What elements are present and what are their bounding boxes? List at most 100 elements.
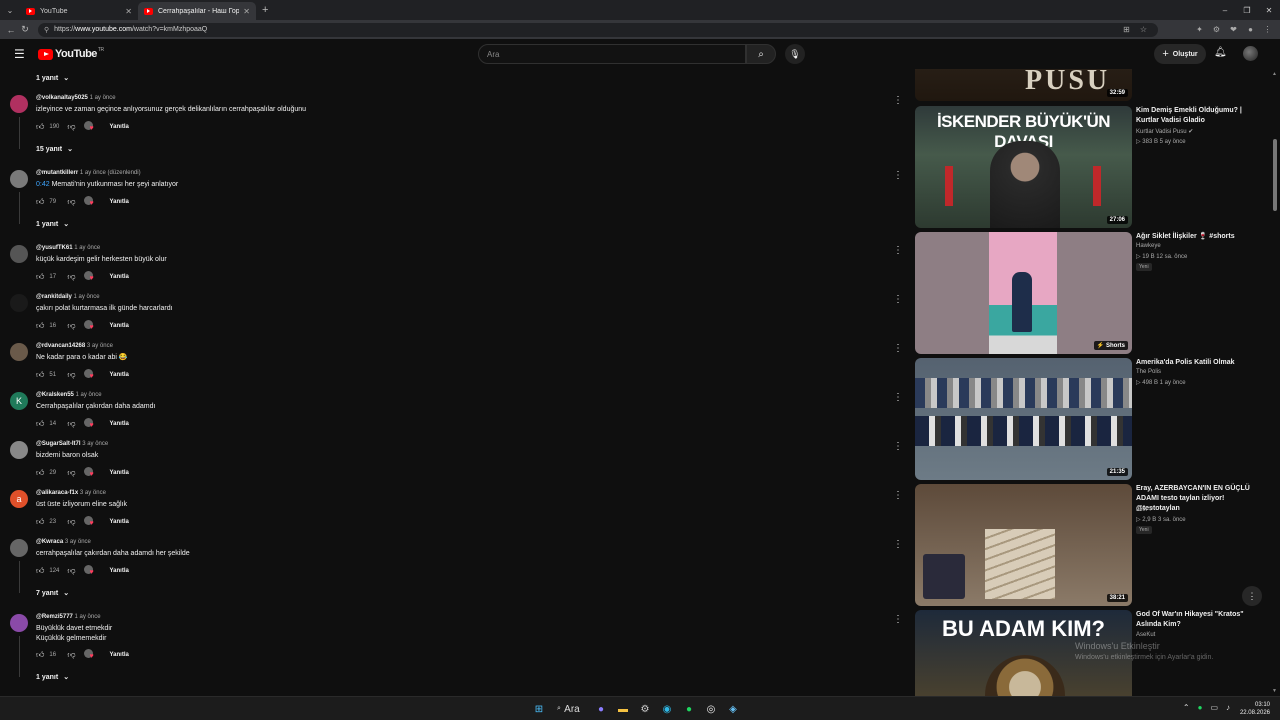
avatar[interactable]	[10, 441, 28, 459]
volume-icon[interactable]: ♪	[1226, 703, 1230, 712]
avatar[interactable]	[10, 614, 28, 632]
comment-author[interactable]: @mutantkillerr	[36, 170, 78, 176]
like-icon[interactable]: 👍︎	[36, 321, 44, 331]
like-icon[interactable]: 👍︎	[36, 272, 44, 282]
video-title[interactable]: God Of War'ın Hikayesi "Kratos" Aslında …	[1136, 610, 1266, 630]
scroll-down-icon[interactable]: ▼	[1272, 688, 1277, 694]
comment-more-icon[interactable]: ⋮	[893, 245, 903, 256]
maximize-icon[interactable]: ❐	[1236, 0, 1258, 20]
replies-toggle[interactable]: 7 yanıt ⌄	[36, 589, 69, 597]
account-avatar[interactable]	[1243, 46, 1258, 61]
avatar[interactable]: K	[10, 392, 28, 410]
file-explorer-icon[interactable]: ▬	[612, 700, 634, 718]
install-app-icon[interactable]: ⊞	[1118, 25, 1135, 34]
comment-author[interactable]: @yusufTK61	[36, 245, 73, 251]
chat-app-icon[interactable]: ●	[590, 700, 612, 718]
reply-button[interactable]: Yanıtla	[110, 372, 129, 378]
comment-more-icon[interactable]: ⋮	[893, 392, 903, 403]
dislike-icon[interactable]: 👎︎	[67, 122, 75, 132]
comment-author[interactable]: @volkanaltay5025	[36, 95, 88, 101]
comment-time[interactable]: 1 ay önce	[74, 245, 100, 251]
reply-button[interactable]: Yanıtla	[110, 124, 129, 130]
scrollbar-thumb[interactable]	[1273, 139, 1277, 211]
channel-name[interactable]: axel ✔	[1136, 506, 1154, 513]
comment-author[interactable]: @Kralsken55	[36, 392, 74, 398]
avatar[interactable]: a	[10, 490, 28, 508]
create-button[interactable]: + Oluştur	[1154, 44, 1206, 64]
reply-button[interactable]: Yanıtla	[110, 274, 129, 280]
comment-author[interactable]: @SugarSalt-It7l	[36, 441, 81, 447]
avatar[interactable]	[10, 95, 28, 113]
comment-time[interactable]: 1 ay önce	[76, 392, 102, 398]
video-thumbnail[interactable]: PUSU 32:59	[915, 69, 1132, 101]
replies-toggle[interactable]: 1 yanıt ⌄	[36, 220, 69, 228]
video-thumbnail[interactable]: ⚡ Shorts	[915, 232, 1132, 354]
notifications-bell-icon[interactable]: 🔔︎	[1214, 47, 1227, 58]
video-title[interactable]: Amerika'da Polis Katili Olmak	[1136, 358, 1266, 368]
bookmark-star-icon[interactable]: ☆	[1135, 25, 1152, 34]
comment-timestamp-link[interactable]: 0:42	[36, 181, 50, 188]
comment-more-icon[interactable]: ⋮	[893, 95, 903, 106]
like-icon[interactable]: 👍︎	[36, 517, 44, 527]
video-thumbnail[interactable]: İSKENDER BÜYÜK'ÜN DAVASI 27:06	[915, 106, 1132, 228]
profile-icon[interactable]: ●	[1242, 25, 1259, 34]
scroll-up-icon[interactable]: ▲	[1272, 71, 1277, 77]
dislike-icon[interactable]: 👎︎	[67, 566, 75, 576]
avatar[interactable]	[10, 294, 28, 312]
edge-browser-icon[interactable]: ◉	[656, 700, 678, 718]
replies-toggle[interactable]: 15 yanıt ⌄	[36, 145, 73, 153]
settings-app-icon[interactable]: ⚙	[634, 700, 656, 718]
reply-button[interactable]: Yanıtla	[110, 323, 129, 329]
like-icon[interactable]: 👍︎	[36, 370, 44, 380]
github-icon[interactable]: ◎	[700, 700, 722, 718]
tab-close-icon[interactable]: ✕	[125, 7, 132, 16]
replies-toggle[interactable]: 1 yanıt ⌄	[36, 673, 69, 681]
comment-time[interactable]: 3 ay önce	[65, 539, 91, 545]
comment-more-icon[interactable]: ⋮	[893, 441, 903, 452]
avatar[interactable]	[10, 170, 28, 188]
network-icon[interactable]: ▭	[1210, 703, 1218, 712]
comment-time[interactable]: 1 ay önce	[74, 294, 100, 300]
video-title[interactable]: Eray, AZERBAYCAN'IN EN GÜÇLÜ ADAMI testo…	[1136, 484, 1266, 514]
avatar[interactable]	[10, 343, 28, 361]
comment-time[interactable]: 1 ay önce	[90, 95, 116, 101]
reply-button[interactable]: Yanıtla	[110, 519, 129, 525]
dislike-icon[interactable]: 👎︎	[67, 517, 75, 527]
like-icon[interactable]: 👍︎	[36, 122, 44, 132]
tab-search-icon[interactable]: ⌄	[0, 0, 20, 20]
taskbar-clock[interactable]: 03:10 22.08.2026	[1240, 701, 1270, 717]
like-icon[interactable]: 👍︎	[36, 566, 44, 576]
comment-author[interactable]: @alikaraca-f1x	[36, 490, 78, 496]
comment-author[interactable]: @rdvancan14268	[36, 343, 85, 349]
dislike-icon[interactable]: 👎︎	[67, 197, 75, 207]
dislike-icon[interactable]: 👎︎	[67, 419, 75, 429]
reload-icon[interactable]: ↻	[18, 24, 32, 35]
page-scrollbar[interactable]: ▲ ▼	[1270, 69, 1280, 696]
reply-button[interactable]: Yanıtla	[110, 470, 129, 476]
channel-name[interactable]: The Polis	[1136, 369, 1161, 375]
comment-time[interactable]: 1 ay önce	[75, 614, 101, 620]
comment-author[interactable]: @Remzi5777	[36, 614, 73, 620]
comment-author[interactable]: @rankitdaily	[36, 294, 72, 300]
like-icon[interactable]: 👍︎	[36, 419, 44, 429]
avatar[interactable]	[10, 245, 28, 263]
search-icon[interactable]: ⌕	[746, 44, 776, 64]
comment-more-icon[interactable]: ⋮	[893, 294, 903, 305]
puzzle-icon[interactable]: ⚙	[1208, 25, 1225, 34]
dislike-icon[interactable]: 👎︎	[67, 370, 75, 380]
channel-name[interactable]: AseKut	[1136, 632, 1155, 638]
replies-toggle[interactable]: 1 yanıt ⌄	[36, 74, 69, 82]
hamburger-menu-icon[interactable]: ☰	[14, 47, 28, 61]
like-icon[interactable]: 👍︎	[36, 468, 44, 478]
youtube-logo[interactable]: YouTube TR	[38, 47, 104, 60]
comment-more-icon[interactable]: ⋮	[893, 170, 903, 181]
spotify-icon[interactable]: ●	[678, 700, 700, 718]
video-title[interactable]: Kim Demiş Emekli Olduğumu? | Kurtlar Vad…	[1136, 106, 1266, 126]
favorites-icon[interactable]: ❤	[1225, 25, 1242, 34]
site-info-icon[interactable]: ⚲	[44, 26, 49, 34]
comment-more-icon[interactable]: ⋮	[893, 614, 903, 625]
like-icon[interactable]: 👍︎	[36, 650, 44, 660]
taskbar-search[interactable]: ⌕ Ara	[550, 700, 590, 718]
video-thumbnail[interactable]: 21:35	[915, 358, 1132, 480]
comment-more-icon[interactable]: ⋮	[893, 490, 903, 501]
